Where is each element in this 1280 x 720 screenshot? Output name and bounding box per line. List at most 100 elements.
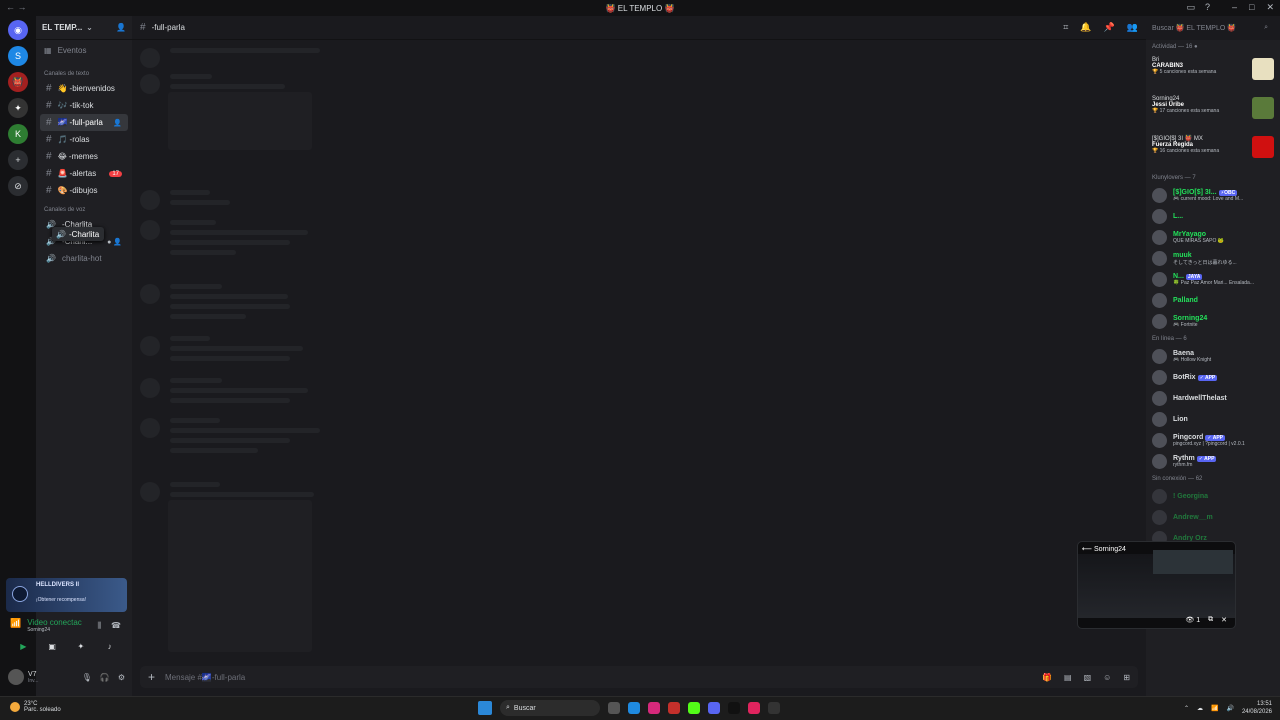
chevron-up-icon[interactable]: ⌃ bbox=[1184, 705, 1189, 712]
threads-icon[interactable]: ⌗ bbox=[1063, 22, 1068, 33]
gif-icon[interactable]: ▤ bbox=[1064, 673, 1072, 682]
events-item[interactable]: ▦ Eventos bbox=[36, 40, 132, 61]
claim-reward-link[interactable]: ¡Obtener recompensa! bbox=[36, 597, 123, 603]
stream-preview[interactable]: ⟵ Sorning24 👁 1 ⧉ ✕ bbox=[1077, 541, 1236, 629]
popout-icon[interactable]: ⧉ bbox=[1208, 616, 1213, 624]
volume-icon[interactable]: 🔊 bbox=[1226, 705, 1233, 712]
cloud-icon[interactable]: ☁ bbox=[1197, 705, 1203, 712]
emoji-icon[interactable]: ☺ bbox=[1103, 673, 1111, 682]
activity-card[interactable]: [$]GIO[$] 3I 👹 MX Fuerza Regida 🏆 16 can… bbox=[1146, 132, 1280, 171]
member-item[interactable]: ! Georgina bbox=[1146, 486, 1280, 507]
server-header[interactable]: EL TEMP... ⌄ 👤 bbox=[36, 16, 132, 40]
minimize-button[interactable]: – bbox=[1232, 2, 1237, 13]
channel-dibujos[interactable]: # 🎨 -dibujos bbox=[40, 182, 128, 199]
screen-share-button[interactable]: ▣ bbox=[43, 640, 62, 652]
task-view-icon[interactable] bbox=[608, 702, 620, 714]
hash-icon: # bbox=[46, 83, 52, 94]
tiktok-icon[interactable] bbox=[728, 702, 740, 714]
member-item[interactable]: Pingcord ✓ APP pingcord.xyz | ?pingcord | … bbox=[1146, 430, 1280, 451]
wifi-icon[interactable]: 📶 bbox=[1211, 705, 1218, 712]
app-icon[interactable] bbox=[768, 702, 780, 714]
member-item[interactable]: L... bbox=[1146, 206, 1280, 227]
server-icon[interactable]: K bbox=[8, 124, 28, 144]
loading-bar bbox=[170, 250, 236, 255]
home-icon[interactable]: ◉ bbox=[8, 20, 28, 40]
voice-channel-item[interactable]: 🔊 charlita-hot bbox=[40, 250, 128, 267]
channel-bienvenidos[interactable]: # 👋 -bienvenidos bbox=[40, 80, 128, 97]
soundboard-button[interactable]: ♪ bbox=[100, 640, 119, 652]
kick-icon[interactable] bbox=[688, 702, 700, 714]
chevron-down-icon[interactable]: ⌄ bbox=[86, 23, 93, 32]
activity-card[interactable]: Sorning24 Jessi Uribe 🏆 17 canciones est… bbox=[1146, 93, 1280, 132]
loading-lines bbox=[170, 378, 308, 403]
headphones-icon[interactable]: 🎧 bbox=[100, 673, 110, 682]
microphone-icon[interactable]: 🎙 bbox=[82, 673, 92, 682]
game-logo-icon bbox=[12, 586, 28, 602]
channel-tik-tok[interactable]: # 🎶 -tik-tok bbox=[40, 97, 128, 114]
sticker-icon[interactable]: ▧ bbox=[1084, 673, 1092, 682]
member-item[interactable]: MrYayago QUE MIRAS SAPO 🐸 bbox=[1146, 227, 1280, 248]
mention-badge: 17 bbox=[109, 170, 122, 177]
start-button[interactable] bbox=[478, 701, 492, 715]
apps-icon[interactable]: ⊞ bbox=[1123, 673, 1130, 682]
voice-channel[interactable]: Sorning24 bbox=[27, 627, 82, 633]
member-item[interactable]: Andrew__m bbox=[1146, 507, 1280, 528]
discover-icon[interactable]: ⊘ bbox=[8, 176, 28, 196]
promo-banner[interactable]: HELLDIVERS II ¡Obtener recompensa! bbox=[6, 578, 127, 612]
stream-title[interactable]: ⟵ Sorning24 bbox=[1082, 545, 1126, 553]
weather-widget[interactable]: 23°C Parc. soleado bbox=[10, 701, 61, 713]
discord-icon[interactable] bbox=[708, 702, 720, 714]
member-item[interactable]: N... JAYA 🍀 Paz Paz Amor Mari... Ensalada.… bbox=[1146, 269, 1280, 290]
camera-button[interactable]: ▶ bbox=[14, 640, 33, 652]
avatar[interactable] bbox=[8, 669, 24, 685]
channel-alertas[interactable]: # 🚨 -alertas 17 bbox=[40, 165, 128, 182]
invite-icon[interactable]: 👤 bbox=[116, 23, 126, 32]
clock[interactable]: 13:51 24/08/2026 bbox=[1242, 700, 1272, 716]
signal-icon[interactable]: 📶 bbox=[10, 618, 21, 629]
hash-icon: # bbox=[46, 168, 52, 179]
member-item[interactable]: Baena 🎮 Hollow Knight bbox=[1146, 346, 1280, 367]
channel-rolas[interactable]: # 🎵 -rolas bbox=[40, 131, 128, 148]
server-icon[interactable]: ✦ bbox=[8, 98, 28, 118]
inbox-icon[interactable]: ▭ bbox=[1186, 2, 1195, 13]
plus-icon[interactable]: + bbox=[148, 670, 155, 684]
member-item[interactable]: Lion bbox=[1146, 409, 1280, 430]
disconnect-icon[interactable]: ☎ bbox=[111, 621, 121, 631]
maximize-button[interactable]: □ bbox=[1249, 2, 1254, 13]
member-list-icon[interactable]: 👥 bbox=[1127, 22, 1138, 33]
member-item[interactable]: BotRix ✓ APP bbox=[1146, 367, 1280, 388]
add-server-icon[interactable]: + bbox=[8, 150, 28, 170]
activity-card[interactable]: Bri CARABIN3 🏆 5 canciones esta semana bbox=[1146, 54, 1280, 93]
channel-memes[interactable]: # 😂 -memes bbox=[40, 148, 128, 165]
server-icon[interactable]: S bbox=[8, 46, 28, 66]
gear-icon[interactable]: ⚙ bbox=[118, 673, 125, 682]
voice-category[interactable]: Canales de voz bbox=[36, 199, 132, 216]
member-item[interactable]: Rythm ✓ APP rythm.fm bbox=[1146, 451, 1280, 472]
search-input[interactable]: Buscar 👹 EL TEMPLO 👹 ⌕ bbox=[1148, 20, 1272, 36]
text-category[interactable]: Canales de texto bbox=[36, 61, 132, 80]
back-arrow-icon[interactable]: ← → bbox=[6, 2, 27, 12]
member-item[interactable]: Sorning24 🎮 Fortnite bbox=[1146, 311, 1280, 332]
gift-icon[interactable]: 🎁 bbox=[1042, 673, 1052, 682]
channel-full-parla[interactable]: # 🌌 -full-parla 👤 bbox=[40, 114, 128, 131]
help-icon[interactable]: ? bbox=[1205, 2, 1210, 13]
member-item[interactable]: muuk そしてきっと日は暮れゆる... bbox=[1146, 248, 1280, 269]
youtube-icon[interactable] bbox=[668, 702, 680, 714]
bell-icon[interactable]: 🔔 bbox=[1080, 22, 1091, 33]
member-item[interactable]: HardwellThelast bbox=[1146, 388, 1280, 409]
activities-button[interactable]: ✦ bbox=[72, 640, 91, 652]
message-input[interactable]: Mensaje #🌌-full-parla bbox=[165, 673, 245, 682]
member-item[interactable]: Palland bbox=[1146, 290, 1280, 311]
noise-suppression-icon[interactable]: ⫼ bbox=[97, 621, 101, 631]
close-stream-icon[interactable]: ✕ bbox=[1221, 616, 1227, 624]
server-icon[interactable]: 👹 bbox=[8, 72, 28, 92]
instagram-icon[interactable] bbox=[648, 702, 660, 714]
pin-icon[interactable]: 📌 bbox=[1104, 22, 1115, 33]
chat-icon[interactable]: ● 👤 bbox=[107, 238, 122, 246]
taskbar-search[interactable]: ⌕ Buscar bbox=[500, 700, 600, 716]
invite-icon[interactable]: 👤 bbox=[113, 119, 122, 127]
member-item[interactable]: [$]GIO[$] 3I... ⚡OBC 🎮 current mood: Love … bbox=[1146, 185, 1280, 206]
close-button[interactable]: ✕ bbox=[1266, 2, 1274, 13]
app-icon[interactable] bbox=[748, 702, 760, 714]
edge-icon[interactable] bbox=[628, 702, 640, 714]
